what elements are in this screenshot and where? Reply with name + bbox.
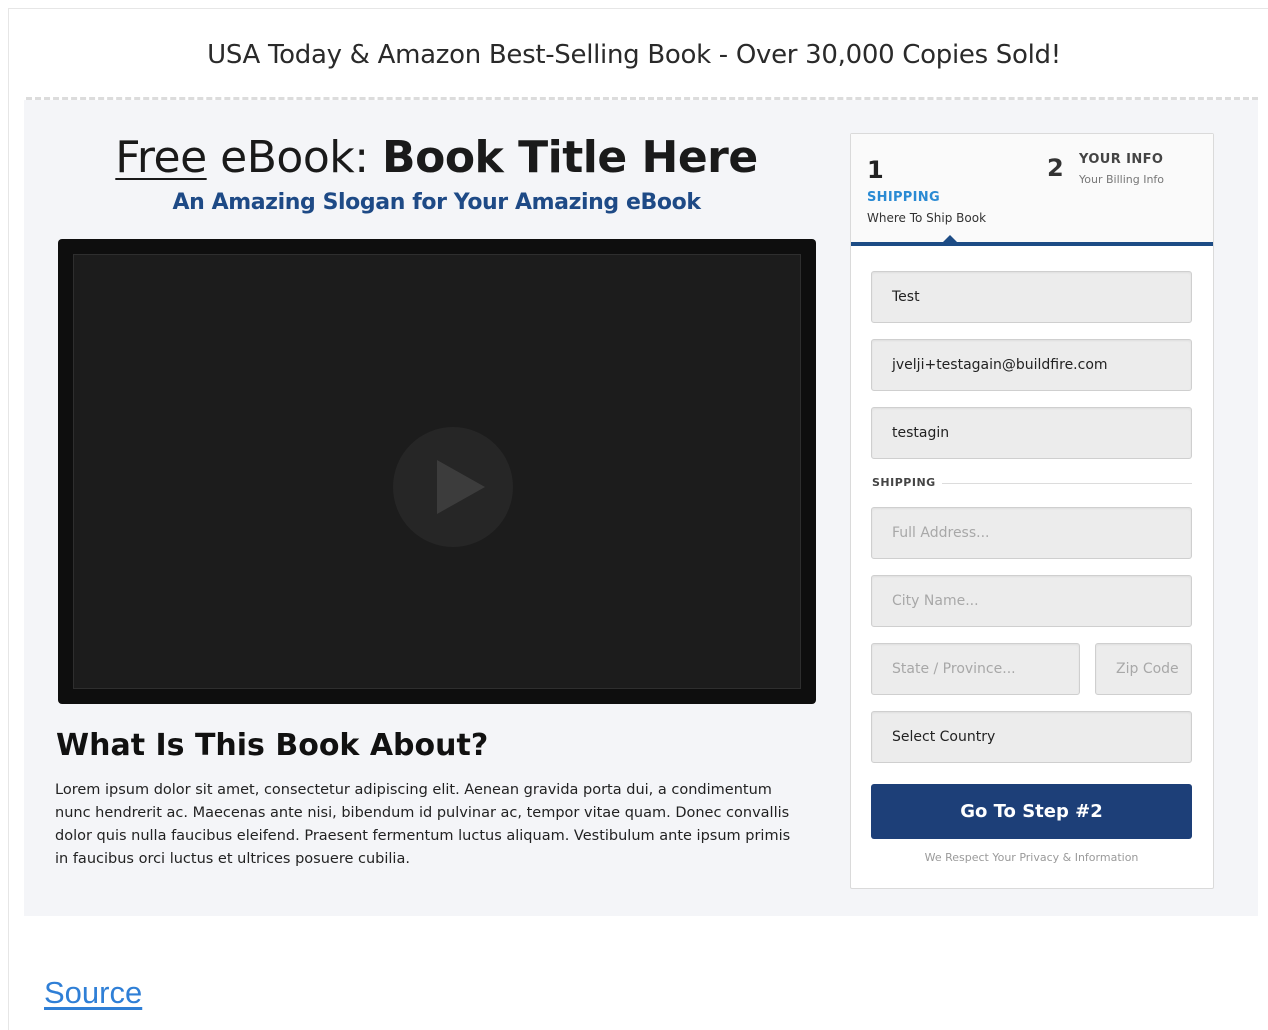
section-divider [942, 483, 1192, 484]
city-field[interactable]: City Name... [871, 575, 1192, 627]
go-to-step-2-button[interactable]: Go To Step #2 [871, 784, 1192, 839]
step-1-number: 1 [867, 156, 884, 184]
step-1-label: SHIPPING [867, 190, 940, 205]
address-field[interactable]: Full Address... [871, 507, 1192, 559]
step-2-label: YOUR INFO [1079, 152, 1164, 167]
zip-field[interactable]: Zip Code [1095, 643, 1192, 695]
top-banner: USA Today & Amazon Best-Selling Book - O… [207, 40, 1061, 70]
video-player[interactable] [58, 239, 816, 704]
slogan: An Amazing Slogan for Your Amazing eBook [172, 190, 701, 215]
step-2-number: 2 [1047, 154, 1064, 182]
privacy-note: We Respect Your Privacy & Information [924, 851, 1139, 864]
step-1-sublabel: Where To Ship Book [867, 211, 987, 225]
state-field[interactable]: State / Province... [871, 643, 1080, 695]
play-icon [437, 460, 485, 514]
video-screen [73, 254, 801, 689]
source-link[interactable]: Source [44, 975, 142, 1011]
phone-field[interactable]: testagin [871, 407, 1192, 459]
headline-book-title: Book Title Here [382, 132, 758, 183]
email-field[interactable]: jvelji+testagain@buildfire.com [871, 339, 1192, 391]
about-description: Lorem ipsum dolor sit amet, consectetur … [55, 782, 791, 867]
step-2-sublabel: Your Billing Info [1079, 173, 1165, 186]
play-button[interactable] [393, 427, 513, 547]
shipping-section-label: SHIPPING [872, 476, 936, 489]
country-select[interactable]: Select Country [871, 711, 1192, 763]
page-title: Free eBook: Book Title Here [58, 132, 815, 183]
about-heading: What Is This Book About? [56, 728, 489, 763]
name-field[interactable]: Test [871, 271, 1192, 323]
step-progress-bar [851, 242, 1213, 246]
headline-free: Free [115, 132, 207, 183]
step-indicator: 1 SHIPPING Where To Ship Book 2 YOUR INF… [851, 134, 1213, 246]
headline-mid: eBook: [206, 132, 383, 183]
